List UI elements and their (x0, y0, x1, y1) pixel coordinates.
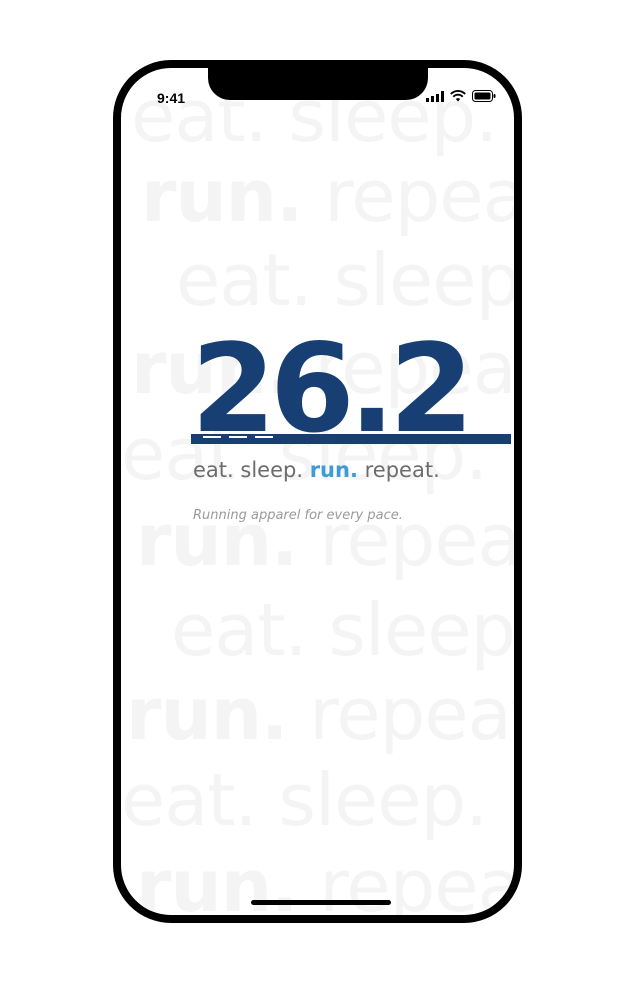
brand-subtitle: Running apparel for every pace. (193, 508, 403, 523)
tagline-run: run. (309, 458, 358, 482)
logo-road-dash (255, 436, 273, 438)
tagline-repeat: repeat. (364, 458, 440, 482)
wifi-icon (450, 90, 466, 102)
battery-icon (472, 90, 496, 102)
bg-pattern-line: run. repeat. (141, 154, 522, 238)
status-time: 9:41 (157, 90, 186, 106)
phone-notch (208, 68, 428, 100)
tagline-eat: eat. (193, 458, 234, 482)
home-indicator[interactable] (251, 900, 391, 905)
bg-pattern-line: eat. sleep. (171, 588, 522, 672)
cellular-signal-icon (426, 90, 444, 102)
logo-road-dash (203, 436, 221, 438)
bg-pattern-line: eat. sleep. (121, 758, 488, 842)
logo-tagline: eat. sleep. run. repeat. (193, 458, 440, 482)
bg-pattern-line: run. repeat. (136, 844, 521, 923)
status-icons (426, 90, 496, 102)
logo-number: 26.2 (191, 318, 474, 460)
bg-pattern-line: eat. sleep. (176, 238, 522, 322)
phone-frame: 9:41 eat. sleep. run. repeat. eat. sleep… (113, 60, 522, 923)
logo-road-dash (229, 436, 247, 438)
brand-logo: 26.2 (191, 318, 511, 460)
bg-pattern-line: run. repeat. (126, 672, 514, 756)
tagline-sleep: sleep. (240, 458, 304, 482)
